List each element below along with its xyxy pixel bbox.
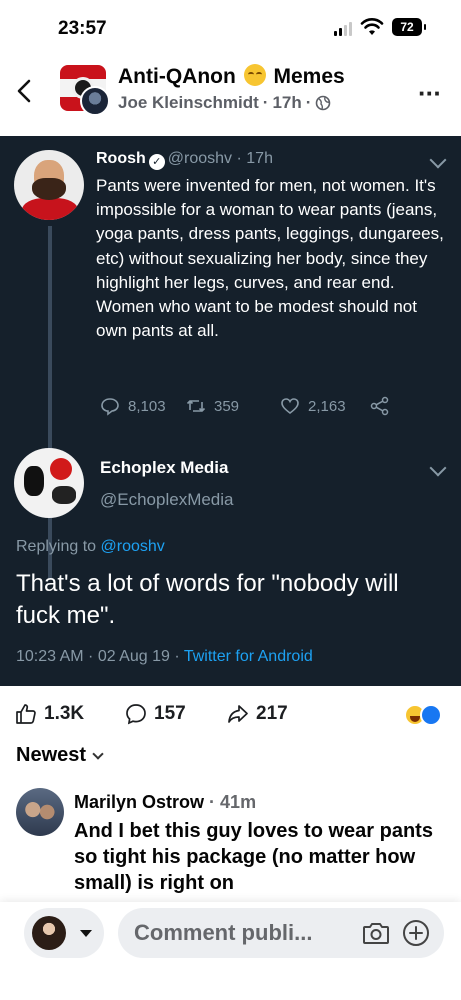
chevron-down-icon [92,747,104,760]
tweet-time: 17h [246,150,273,167]
comment-input[interactable]: Comment publi... [118,908,444,958]
reply-meta: 10:23 AM · 02 Aug 19 · Twitter for Andro… [16,648,313,665]
like-icon [16,704,36,724]
tweet-handle: @rooshv [167,150,233,167]
tweet-image[interactable]: Roosh ✓ @rooshv · 17h Pants were invented … [0,136,461,686]
thread-line [48,226,52,580]
share-icon [370,396,389,416]
comment-icon [126,704,146,725]
group-title[interactable]: Anti-QAnon Memes [118,64,345,89]
tweet-like-action: 2,163 [280,396,346,416]
comment-count: 157 [154,703,186,724]
globe-icon [316,95,331,111]
post-author[interactable]: Joe Kleinschmidt [118,93,259,113]
more-icon[interactable]: ··· [418,78,442,109]
tweet-author: Roosh ✓ @rooshv · 17h [96,150,273,170]
reactions-bar: 1.3K 157 217 [0,686,461,742]
post-time[interactable]: 17h [272,93,301,113]
share-arrow-icon [228,705,248,723]
share-button[interactable]: 217 [226,702,288,726]
tweet-avatar [14,150,84,220]
tweet-reply-action: 8,103 [100,396,166,416]
dropdown-caret-icon [80,930,92,937]
comment-author[interactable]: Marilyn Ostrow [74,792,204,812]
reply-icon [101,398,119,416]
sort-label: Newest [16,744,87,766]
comment-text: And I bet this guy loves to wear pants s… [74,820,433,894]
battery-indicator: 72 [392,18,426,36]
back-button[interactable] [14,76,42,108]
tweet-retweet-action: 359 [186,396,239,416]
post-meta: Joe Kleinschmidt · 17h · [118,93,331,113]
comment-placeholder: Comment publi... [134,920,313,945]
share-count: 217 [256,703,288,724]
tweet-reply-count: 8,103 [128,397,166,415]
chevron-down-icon [429,151,447,169]
reply-name: Echoplex Media [100,458,229,477]
author-avatar[interactable] [80,86,110,116]
camera-icon[interactable] [362,920,390,946]
flushed-emoji-icon [243,64,266,86]
tweet-like-count: 2,163 [308,397,346,415]
tweet-name: Roosh [96,150,146,167]
status-bar: 23:57 72 [0,0,461,56]
back-icon [17,79,31,103]
identity-switcher[interactable] [24,908,104,958]
tweet-retweet-count: 359 [214,397,240,415]
chevron-down-icon [429,459,447,477]
avatar [32,916,66,950]
post-header: Anti-QAnon Memes Joe Kleinschmidt · 17h … [0,56,461,136]
like-count: 1.3K [44,703,85,724]
wifi-icon [360,18,384,35]
like-button[interactable]: 1.3K [14,702,84,726]
reply-handle: @EchoplexMedia [100,490,234,509]
comment-sort-dropdown[interactable]: Newest [16,744,104,767]
comment-composer: Comment publi... [0,902,461,1000]
replying-to: Replying to @rooshv [16,538,165,555]
plus-icon[interactable] [402,919,430,947]
retweet-icon [186,400,206,412]
reaction-summary[interactable] [404,704,444,726]
tweet-text: Pants were invented for men, not women. … [96,176,444,341]
reply-text: That's a lot of words for "nobody will f… [16,570,399,629]
status-time: 23:57 [58,18,107,39]
reply-avatar [14,448,84,518]
comment-author-line: Marilyn Ostrow · 41m [74,792,256,813]
comment-button[interactable]: 157 [124,702,186,726]
signal-icon [334,22,352,36]
commenter-avatar[interactable] [16,788,64,836]
tweet-actions: 8,103 359 2,163 [100,396,400,420]
heart-icon [281,398,299,415]
like-reaction-icon [420,704,442,726]
verified-icon: ✓ [148,154,165,170]
comment-time: · 41m [209,792,257,812]
tweet-share-action [370,396,390,416]
